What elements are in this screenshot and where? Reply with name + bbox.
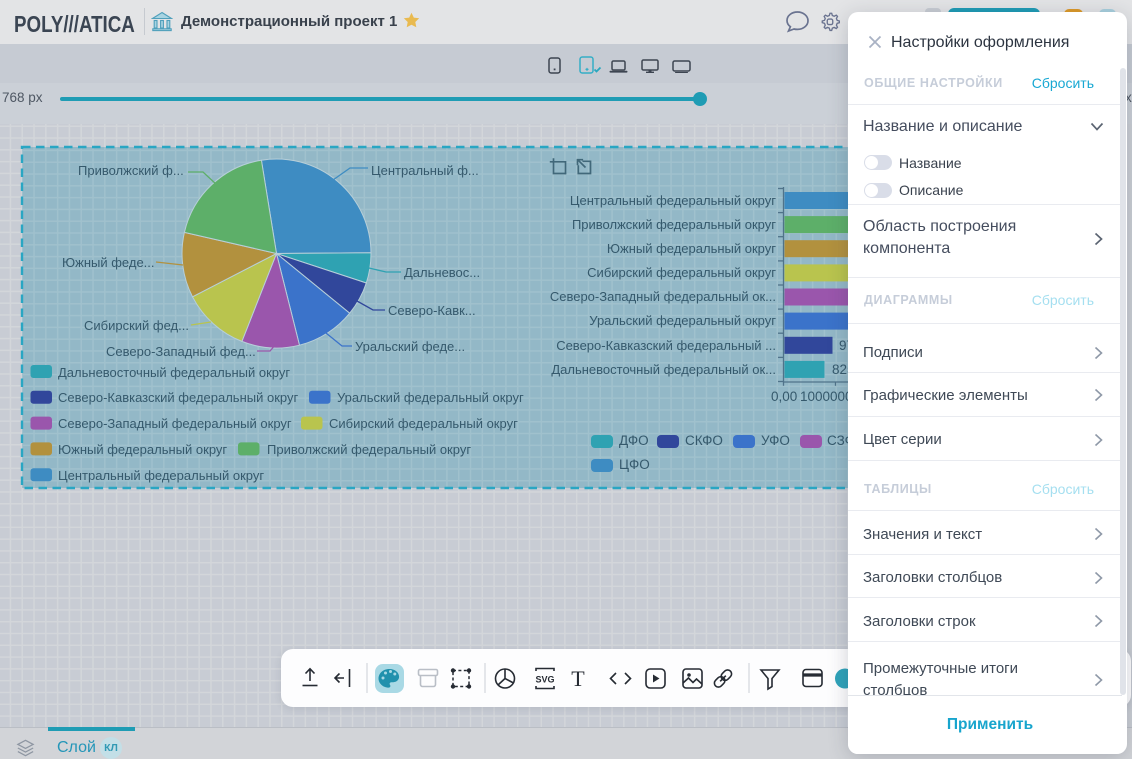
svg-text:SVG: SVG [535, 675, 554, 685]
svg-text:T: T [571, 666, 585, 691]
